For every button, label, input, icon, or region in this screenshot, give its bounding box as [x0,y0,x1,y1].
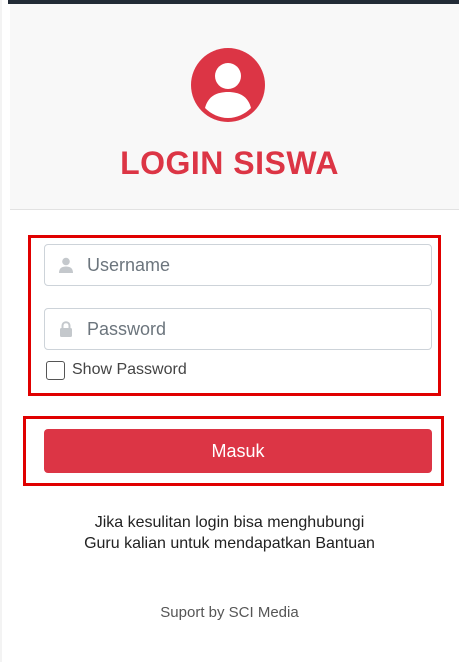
page-left-border [0,0,2,662]
help-text: Jika kesulitan login bisa menghubungi Gu… [0,512,459,554]
footer-credit: Suport by SCI Media [160,604,299,621]
credentials-highlight-box [28,235,441,396]
page-title: LOGIN SISWA [120,145,339,181]
help-text-line-1: Jika kesulitan login bisa menghubungi [94,514,365,531]
user-circle-icon [191,48,265,122]
submit-highlight-box [23,416,444,486]
help-text-line-2: Guru kalian untuk mendapatkan Bantuan [84,535,375,552]
